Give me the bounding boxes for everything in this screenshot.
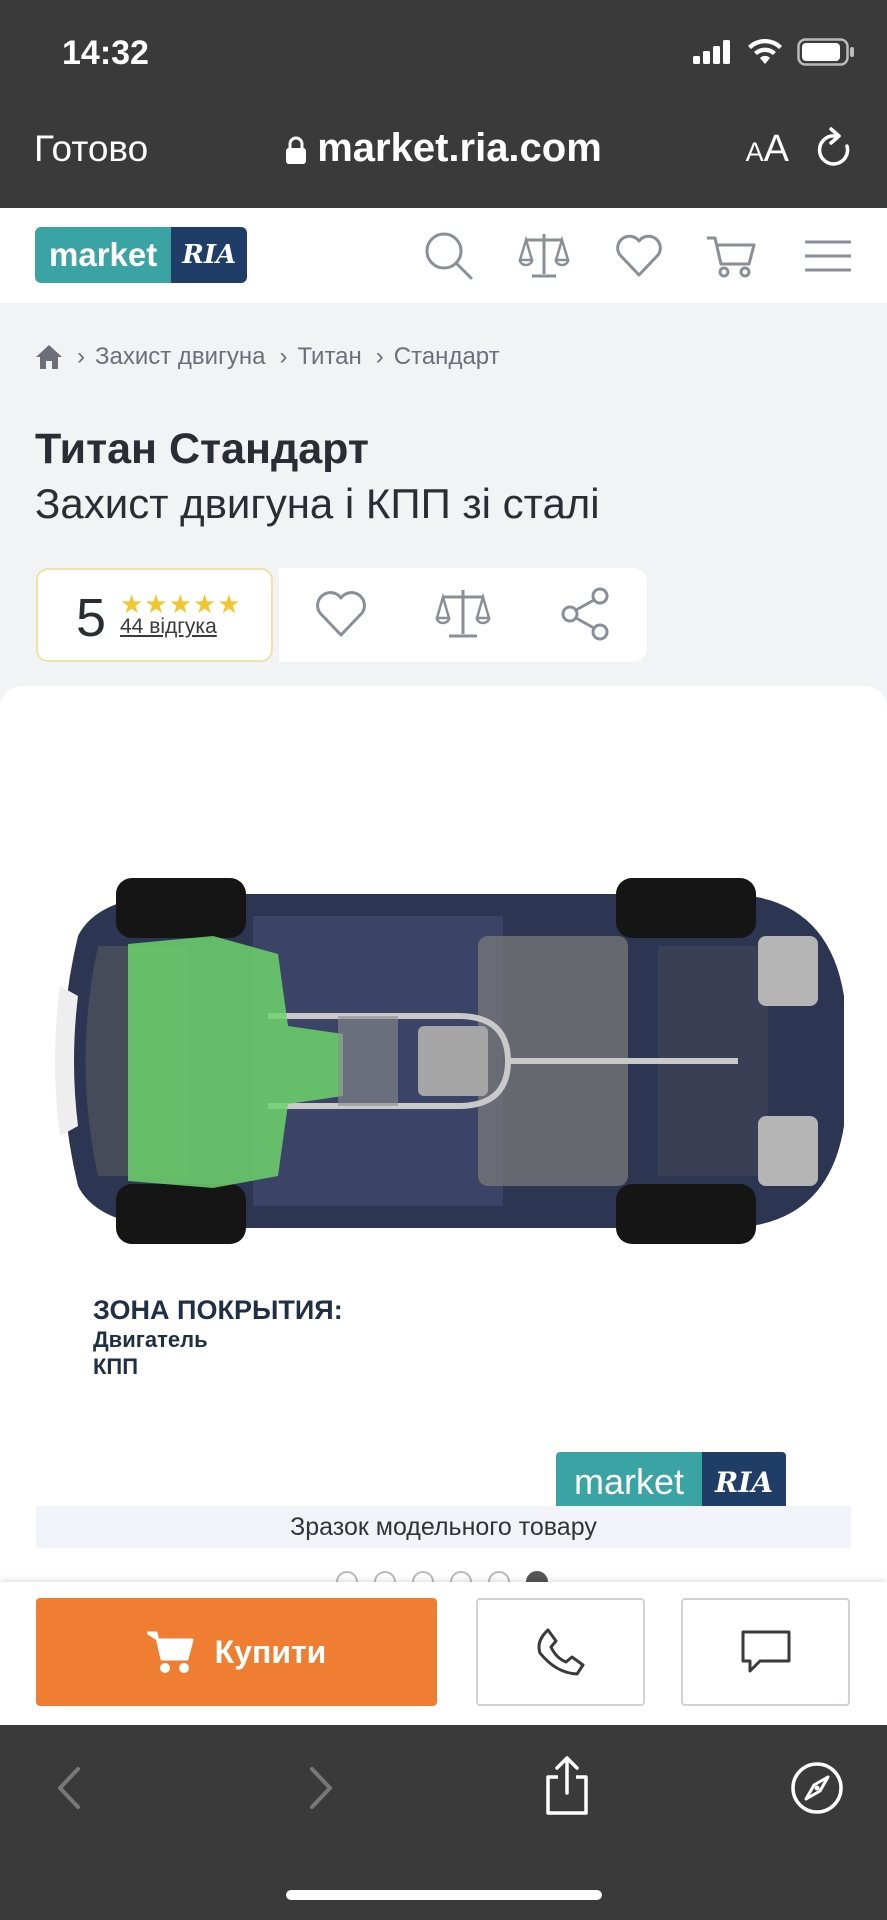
url-text: market.ria.com [317,126,602,170]
favorite-icon[interactable] [313,586,369,642]
rating-box: 5 ★★★★★ 44 відгука [36,568,273,662]
purchase-bar: Купити [0,1582,887,1725]
image-watermark-logo: market RIA [556,1452,787,1512]
text-size-large-label: A [763,128,789,170]
status-bar: 14:32 [0,0,887,100]
home-icon[interactable] [35,344,63,370]
zone-title: ЗОНА ПОКРЫТИЯ: [93,1295,343,1325]
lock-icon [286,136,307,165]
image-caption: Зразок модельного товару [36,1506,851,1548]
chat-icon [741,1630,790,1673]
site-header: market RIA [0,208,887,303]
home-indicator[interactable] [286,1890,602,1900]
reload-icon[interactable] [813,126,857,174]
watermark-ria-text: RIA [702,1452,787,1512]
breadcrumb: › Захист двигуна › Титан › Стандарт [35,343,500,371]
cart-icon[interactable] [705,230,757,282]
menu-icon[interactable] [803,230,853,282]
chevron-right-icon: › [77,343,85,370]
zone-item: Двигатель [93,1327,208,1352]
zone-item: КПП [93,1354,139,1379]
compare-icon[interactable] [435,586,491,642]
breadcrumb-item[interactable]: Захист двигуна [95,343,265,371]
rating-value: 5 [76,588,107,648]
message-button[interactable] [681,1598,850,1706]
share-icon[interactable] [542,1755,592,1817]
call-button[interactable] [476,1598,645,1706]
compass-icon[interactable] [790,1761,844,1815]
forward-icon[interactable] [302,1763,338,1813]
buy-button-label: Купити [214,1633,327,1670]
browser-url-bar: Готово market.ria.com AA [0,100,887,208]
logo-market-text: market [35,227,172,283]
search-icon[interactable] [423,230,475,282]
product-title: Титан Стандарт [35,425,369,473]
share-icon[interactable] [558,586,614,642]
product-actions [279,568,647,662]
text-size-button[interactable]: AA [746,128,789,171]
browser-toolbar [0,1725,887,1920]
back-icon[interactable] [52,1763,88,1813]
status-icons [693,38,855,66]
chevron-right-icon: › [375,343,384,370]
car-underbody-image [55,878,844,1244]
compare-icon[interactable] [518,230,570,282]
signal-icon [693,40,730,64]
breadcrumb-item[interactable]: Стандарт [394,343,500,371]
site-logo[interactable]: market RIA [35,227,248,283]
text-size-small-label: A [745,137,764,167]
battery-icon [797,38,854,66]
chevron-right-icon: › [279,343,288,370]
cart-icon [146,1631,194,1673]
heart-icon[interactable] [613,230,665,282]
buy-button[interactable]: Купити [36,1598,437,1706]
watermark-market-text: market [556,1452,703,1512]
phone-icon [537,1628,584,1676]
status-time: 14:32 [62,34,149,72]
logo-ria-text: RIA [171,227,248,283]
reviews-link[interactable]: 44 відгука [120,615,217,639]
product-subtitle: Захист двигуна і КПП зі сталі [35,480,600,527]
breadcrumb-item[interactable]: Титан [297,343,361,371]
wifi-icon [748,39,782,64]
product-image-card[interactable]: ЗОНА ПОКРЫТИЯ: Двигатель КПП market RIA … [0,686,887,1686]
